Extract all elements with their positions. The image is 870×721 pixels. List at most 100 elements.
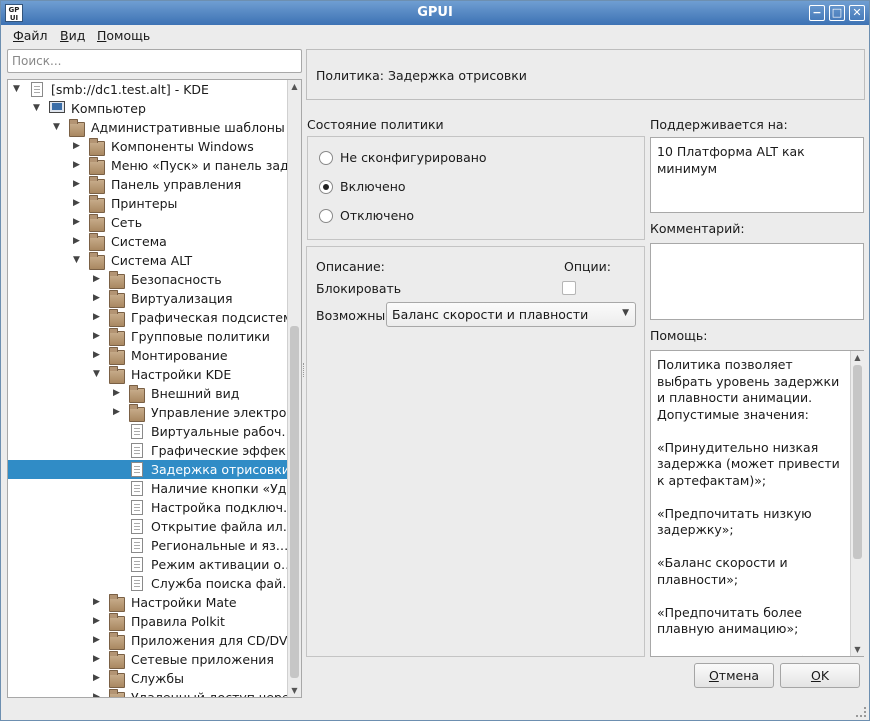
tree-item[interactable]: ▼ Настройки KDE: [8, 365, 288, 384]
chevron-right-icon[interactable]: ▶: [93, 330, 103, 342]
tree-item[interactable]: ▶ Групповые политики: [8, 327, 288, 346]
cancel-button[interactable]: Отмена: [694, 663, 774, 688]
tree-item-label: Безопасность: [131, 272, 222, 287]
chevron-right-icon[interactable]: ▶: [93, 596, 103, 608]
tree-item[interactable]: ▶ Сеть: [8, 213, 288, 232]
splitter-handle[interactable]: [303, 363, 305, 377]
help-scroll-down-icon[interactable]: ▼: [851, 643, 864, 656]
folder-icon: [109, 271, 125, 289]
chevron-right-icon[interactable]: ▶: [73, 140, 83, 152]
tree-item[interactable]: ▶ Настройки Mate: [8, 593, 288, 612]
tree-item[interactable]: ▶ Меню «Пуск» и панель зад…: [8, 156, 301, 175]
chevron-down-icon[interactable]: ▼: [53, 121, 63, 133]
ok-button[interactable]: OK: [780, 663, 860, 688]
resize-grip-icon[interactable]: [856, 707, 866, 717]
tree-item[interactable]: Режим активации о…: [8, 555, 294, 574]
chevron-right-icon[interactable]: ▶: [93, 349, 103, 361]
supported-label: Поддерживается на:: [650, 117, 788, 132]
chevron-right-icon[interactable]: ▶: [73, 197, 83, 209]
radio-not-configured-indicator[interactable]: [319, 151, 333, 165]
tree-item-label: Службы: [131, 671, 184, 686]
search-input[interactable]: Поиск...: [7, 49, 302, 73]
chevron-down-icon[interactable]: ▼: [13, 83, 23, 95]
chevron-right-icon[interactable]: ▶: [93, 691, 103, 697]
comment-field[interactable]: [650, 243, 864, 320]
possible-values-select[interactable]: Баланс скорости и плавности ▼: [386, 302, 636, 327]
tree-item[interactable]: ▶ Правила Polkit: [8, 612, 288, 631]
tree-item[interactable]: ▶ Приложения для CD/DVD: [8, 631, 297, 650]
help-field[interactable]: Политика позволяет выбрать уровень задер…: [650, 350, 864, 657]
tree-item[interactable]: ▼ [smb://dc1.test.alt] - KDE: [8, 80, 288, 99]
tree-item[interactable]: ▼ Административные шаблоны: [8, 118, 288, 137]
tree-item[interactable]: ▶ Графическая подсистема: [8, 308, 300, 327]
radio-disabled-indicator[interactable]: [319, 209, 333, 223]
menu-help[interactable]: Помощь: [97, 28, 150, 43]
scroll-down-icon[interactable]: ▼: [288, 684, 301, 697]
policy-tree[interactable]: ▼ [smb://dc1.test.alt] - KDE ▼ Компьютер ▼ Ад…: [7, 79, 302, 698]
tree-item[interactable]: Региональные и яз…: [8, 536, 288, 555]
menu-view[interactable]: Вид: [60, 28, 85, 43]
document-icon: [131, 519, 143, 534]
tree-scrollbar[interactable]: ▲ ▼: [287, 80, 301, 697]
tree-item[interactable]: ▶ Монтирование: [8, 346, 288, 365]
folder-icon: [129, 385, 145, 403]
chevron-right-icon[interactable]: ▶: [93, 273, 103, 285]
tree-item[interactable]: Графические эффек…: [8, 441, 298, 460]
tree-item[interactable]: ▶ Система: [8, 232, 288, 251]
tree-item[interactable]: ▶ Службы: [8, 669, 288, 688]
help-scrollbar[interactable]: ▲ ▼: [850, 351, 864, 656]
tree-item[interactable]: ▶ Панель управления: [8, 175, 288, 194]
title-bar[interactable]: GP UI GPUI − □ ✕: [1, 1, 869, 25]
folder-icon: [109, 594, 125, 612]
chevron-right-icon[interactable]: ▶: [73, 235, 83, 247]
computer-icon: [49, 101, 65, 113]
tree-item-label: Приложения для CD/DVD: [131, 633, 298, 648]
chevron-right-icon[interactable]: ▶: [93, 292, 103, 304]
chevron-right-icon[interactable]: ▶: [93, 653, 103, 665]
chevron-right-icon[interactable]: ▶: [73, 159, 83, 171]
block-checkbox[interactable]: [562, 281, 576, 295]
chevron-down-icon[interactable]: ▼: [33, 102, 43, 114]
tree-item[interactable]: ▶ Удаленный доступ через…: [8, 688, 301, 697]
tree-item[interactable]: ▼ Система ALT: [8, 251, 288, 270]
chevron-right-icon[interactable]: ▶: [93, 634, 103, 646]
supported-field[interactable]: 10 Платформа ALT как минимум: [650, 137, 864, 213]
scrollbar-thumb[interactable]: [290, 326, 299, 678]
chevron-right-icon[interactable]: ▶: [73, 178, 83, 190]
close-icon[interactable]: ✕: [849, 5, 865, 21]
document-icon: [131, 443, 143, 458]
tree-item[interactable]: ▶ Принтеры: [8, 194, 288, 213]
tree-item-label: Виртуализация: [131, 291, 233, 306]
tree-item-label: Режим активации о…: [151, 557, 294, 572]
chevron-right-icon[interactable]: ▶: [113, 387, 123, 399]
minimize-icon[interactable]: −: [809, 5, 825, 21]
tree-item[interactable]: Задержка отрисовки: [8, 460, 290, 479]
tree-item[interactable]: Открытие файла ил…: [8, 517, 295, 536]
maximize-icon[interactable]: □: [829, 5, 845, 21]
chevron-down-icon[interactable]: ▼: [93, 368, 103, 380]
tree-item[interactable]: Наличие кнопки «Уд…: [8, 479, 299, 498]
tree-item[interactable]: Служба поиска фай…: [8, 574, 295, 593]
tree-item[interactable]: Виртуальные рабоч…: [8, 422, 294, 441]
chevron-right-icon[interactable]: ▶: [73, 216, 83, 228]
tree-item[interactable]: ▶ Компоненты Windows: [8, 137, 288, 156]
tree-item[interactable]: ▶ Безопасность: [8, 270, 288, 289]
block-label: Блокировать: [316, 281, 402, 296]
tree-item-label: Принтеры: [111, 196, 178, 211]
tree-item[interactable]: ▶ Внешний вид: [8, 384, 288, 403]
chevron-right-icon[interactable]: ▶: [113, 406, 123, 418]
tree-item[interactable]: ▶ Сетевые приложения: [8, 650, 288, 669]
chevron-right-icon[interactable]: ▶: [93, 311, 103, 323]
radio-enabled-indicator[interactable]: [319, 180, 333, 194]
tree-item[interactable]: Настройка подключ…: [8, 498, 296, 517]
chevron-right-icon[interactable]: ▶: [93, 615, 103, 627]
help-scroll-up-icon[interactable]: ▲: [851, 351, 864, 364]
menu-file[interactable]: Файл: [13, 28, 48, 43]
tree-item[interactable]: ▶ Управление электро…: [8, 403, 299, 422]
chevron-right-icon[interactable]: ▶: [93, 672, 103, 684]
help-scrollbar-thumb[interactable]: [853, 365, 862, 559]
scroll-up-icon[interactable]: ▲: [288, 80, 301, 93]
tree-item[interactable]: ▶ Виртуализация: [8, 289, 288, 308]
chevron-down-icon[interactable]: ▼: [73, 254, 83, 266]
tree-item[interactable]: ▼ Компьютер: [8, 99, 288, 118]
